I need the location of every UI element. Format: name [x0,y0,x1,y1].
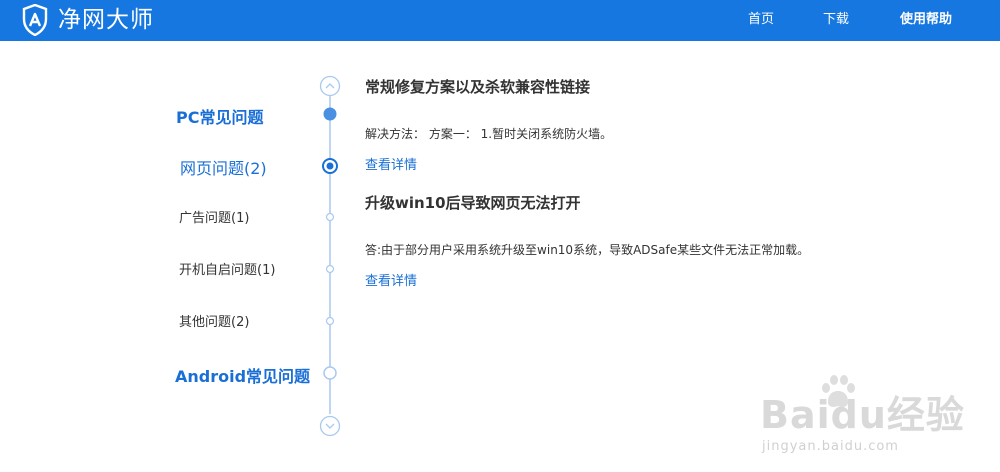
sidebar-item-pc-faq[interactable]: PC常见问题 [176,107,263,129]
baidu-jingyan-watermark: Baidu经验 jingyan.baidu.com [760,372,990,462]
question-summary: 解决方法： 方案一： 1.暂时关闭系统防火墙。 [365,127,613,141]
chevron-up-icon[interactable] [319,75,341,97]
sidebar-item-other-problems[interactable]: 其他问题(2) [179,314,249,332]
timeline-node-pc [323,107,337,121]
chevron-down-icon[interactable] [319,415,341,437]
timeline-node-boot [325,264,335,274]
watermark-url: jingyan.baidu.com [762,439,899,454]
sidebar-item-boot-problems[interactable]: 开机自启问题(1) [179,262,275,280]
question-title[interactable]: 升级win10后导致网页无法打开 [365,193,581,213]
sidebar-item-android-faq[interactable]: Android常见问题 [175,366,310,388]
view-details-link[interactable]: 查看详情 [365,157,417,175]
timeline-node-web-active [322,158,338,174]
sidebar-timeline [319,75,341,437]
question-title[interactable]: 常规修复方案以及杀软兼容性链接 [365,77,590,97]
shield-logo-icon[interactable] [22,4,48,36]
watermark-brand: Baidu经验 [760,393,965,437]
timeline-node-android [323,366,337,380]
view-details-link[interactable]: 查看详情 [365,273,417,291]
timeline-node-other [325,316,335,326]
brand-name[interactable]: 净网大师 [58,4,154,36]
sidebar-item-web-problems[interactable]: 网页问题(2) [180,158,267,180]
question-summary: 答:由于部分用户采用系统升级至win10系统，导致ADSafe某些文件无法正常加… [365,243,810,257]
sidebar-item-ad-problems[interactable]: 广告问题(1) [179,210,249,228]
timeline-node-ad [325,212,335,222]
